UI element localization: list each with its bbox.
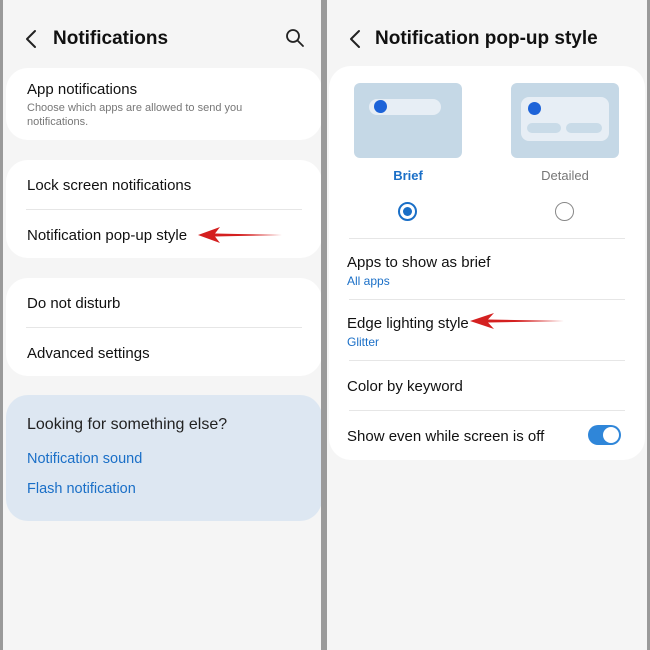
lock-screen-notifications-item[interactable]: Lock screen notifications [6, 160, 321, 209]
detailed-preview[interactable] [511, 83, 619, 158]
detailed-radio[interactable] [555, 202, 574, 221]
notifications-screen: Notifications App notifications Choose w… [3, 0, 321, 650]
advanced-settings-item[interactable]: Advanced settings [6, 328, 321, 376]
advanced-settings-label: Advanced settings [27, 345, 150, 362]
header: Notification pop-up style [327, 22, 647, 56]
header: Notifications [3, 22, 321, 56]
edge-lighting-style-item[interactable]: Edge lighting style Glitter [329, 300, 645, 360]
detailed-label: Detailed [541, 168, 589, 183]
notification-sound-link[interactable]: Notification sound [27, 451, 142, 467]
looking-for-something-else-card: Looking for something else? Notification… [6, 395, 321, 521]
apps-to-show-as-brief-label: Apps to show as brief [347, 254, 491, 271]
app-notifications-label: App notifications [27, 81, 138, 98]
red-arrow-icon [470, 313, 564, 329]
back-arrow-icon[interactable] [21, 28, 43, 50]
show-even-while-screen-off-label: Show even while screen is off [347, 428, 545, 445]
color-by-keyword-item[interactable]: Color by keyword [329, 361, 645, 410]
notification-popup-style-label: Notification pop-up style [27, 227, 188, 244]
app-notifications-description: Choose which apps are allowed to send yo… [27, 102, 243, 128]
page-title: Notification pop-up style [375, 28, 598, 49]
flash-notification-link[interactable]: Flash notification [27, 481, 136, 497]
red-arrow-icon [198, 227, 282, 243]
screenshot-frame: Notifications App notifications Choose w… [0, 0, 650, 650]
detailed-preview-line [566, 123, 602, 133]
edge-lighting-style-value: Glitter [347, 335, 380, 349]
brief-preview-dot [374, 100, 387, 113]
detailed-preview-line [527, 123, 561, 133]
color-by-keyword-label: Color by keyword [347, 378, 463, 395]
show-even-while-screen-off-toggle[interactable] [588, 425, 621, 445]
search-icon[interactable] [285, 28, 305, 48]
apps-to-show-as-brief-value: All apps [347, 274, 390, 288]
brief-preview[interactable] [354, 83, 462, 158]
popup-style-screen: Notification pop-up style Brief Detailed… [327, 0, 647, 650]
help-question: Looking for something else? [27, 416, 228, 433]
edge-lighting-style-label: Edge lighting style [347, 315, 469, 332]
do-not-disturb-label: Do not disturb [27, 295, 121, 312]
popup-style-card: Brief Detailed Apps to show as brief All… [329, 66, 645, 460]
apps-to-show-as-brief-item[interactable]: Apps to show as brief All apps [329, 239, 645, 299]
page-title: Notifications [53, 28, 169, 49]
brief-label: Brief [393, 168, 423, 183]
app-notifications-card: App notifications Choose which apps are … [6, 68, 321, 140]
do-not-disturb-item[interactable]: Do not disturb [6, 278, 321, 327]
other-settings-card: Do not disturb Advanced settings [6, 278, 321, 376]
show-even-while-screen-off-item[interactable]: Show even while screen is off [329, 411, 645, 460]
brief-radio[interactable] [398, 202, 417, 221]
detailed-preview-dot [528, 102, 541, 115]
app-notifications-item[interactable]: App notifications Choose which apps are … [6, 68, 321, 140]
back-arrow-icon[interactable] [345, 28, 367, 50]
lock-screen-notifications-label: Lock screen notifications [27, 177, 192, 194]
